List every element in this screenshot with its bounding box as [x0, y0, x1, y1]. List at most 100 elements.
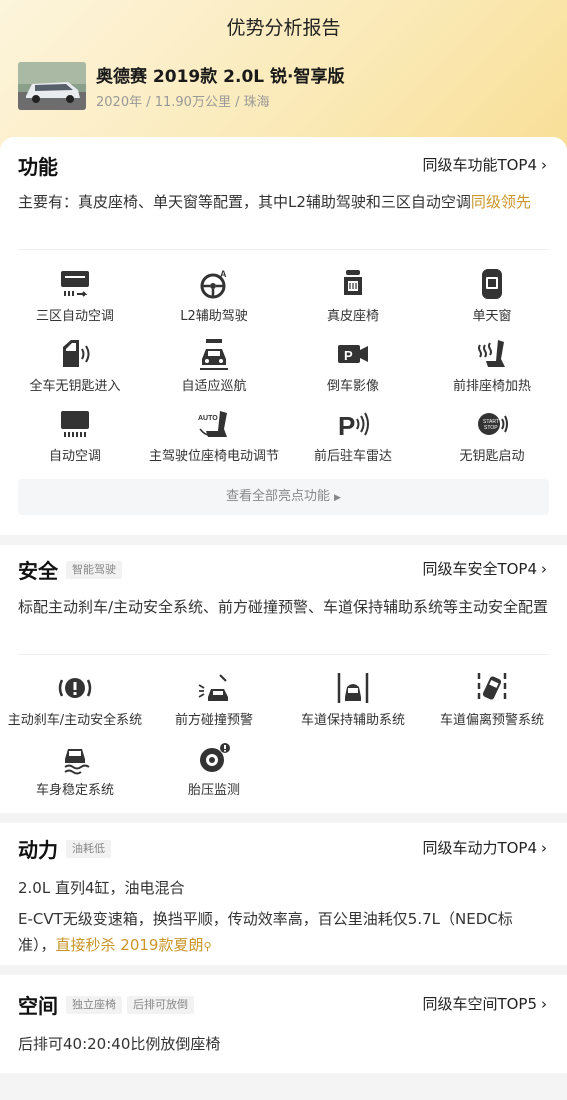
space-tag: 后排可放倒 — [127, 996, 194, 1014]
power-title: 动力 — [18, 838, 58, 862]
feature-label: 单天窗 — [472, 309, 512, 324]
collision-warning-icon — [198, 674, 228, 701]
view-all-features-label: 查看全部亮点功能 — [226, 489, 331, 504]
keyless-entry-icon — [63, 340, 90, 367]
feature-item[interactable]: 车道保持辅助系统 — [282, 671, 424, 728]
space-desc: 后排可40:20:40比例放倒座椅 — [18, 1035, 221, 1053]
car-thumbnail[interactable] — [18, 62, 86, 110]
lane-keep-icon — [337, 673, 369, 703]
adaptive-cruise-icon — [200, 339, 228, 370]
space-title: 空间 — [18, 994, 58, 1018]
feature-label: 主驾驶位座椅电动调节 — [148, 449, 279, 464]
feature-label: 三区自动空调 — [35, 309, 114, 324]
function-desc-highlight: 同级领先 — [470, 193, 531, 211]
search-icon: ⚲ — [203, 940, 212, 953]
svg-text:STOP: STOP — [484, 425, 498, 431]
feature-label: 车身稳定系统 — [35, 783, 114, 798]
lane-departure-icon — [477, 673, 507, 700]
feature-item[interactable]: P 前后驻车雷达 — [282, 407, 424, 464]
feature-item[interactable]: 真皮座椅 — [282, 267, 424, 324]
feature-item[interactable]: 自动空调 — [4, 407, 146, 464]
space-tag: 独立座椅 — [66, 996, 122, 1014]
active-brake-icon — [58, 678, 92, 698]
tire-pressure-icon — [200, 743, 230, 772]
view-all-features-button[interactable]: 查看全部亮点功能 ▶ — [18, 479, 549, 515]
car-meta: 2020年 / 11.90万公里 / 珠海 — [96, 95, 270, 110]
function-top-link-label: 同级车功能TOP4 — [422, 156, 537, 174]
feature-label: 自适应巡航 — [181, 379, 247, 394]
feature-label: 车道偏离预警系统 — [439, 713, 544, 728]
svg-text:AUTO: AUTO — [198, 415, 218, 422]
auto-ac-icon — [61, 411, 89, 437]
space-top-link[interactable]: 同级车空间TOP5 › — [422, 993, 547, 1014]
triangle-right-icon: ▶ — [334, 493, 341, 503]
chevron-right-icon: › — [541, 560, 547, 578]
power-compare-label: 直接秒杀 2019款夏朗 — [55, 936, 204, 954]
feature-label: 胎压监测 — [187, 783, 240, 798]
feature-item[interactable]: 车身稳定系统 — [4, 741, 146, 798]
leather-seat-icon — [344, 270, 362, 295]
feature-item[interactable]: 全车无钥匙进入 — [4, 337, 146, 394]
chevron-right-icon: › — [541, 156, 547, 174]
feature-item[interactable]: A L2辅助驾驶 — [143, 267, 285, 324]
safety-tag: 智能驾驶 — [66, 561, 122, 579]
chevron-right-icon: › — [541, 995, 547, 1013]
feature-label: 自动空调 — [48, 449, 101, 464]
feature-label: 车道保持辅助系统 — [300, 713, 405, 728]
page-title: 优势分析报告 — [226, 17, 341, 39]
feature-item[interactable]: 前方碰撞预警 — [143, 671, 285, 728]
feature-item[interactable]: 自适应巡航 — [143, 337, 285, 394]
feature-item[interactable]: AUTO 主驾驶位座椅电动调节 — [143, 407, 285, 464]
power-top-link-label: 同级车动力TOP4 — [422, 839, 537, 857]
function-desc-text: 主要有：真皮座椅、单天窗等配置，其中L2辅助驾驶和三区自动空调 — [18, 193, 471, 211]
safety-card: 安全 智能驾驶 同级车安全TOP4 › 标配主动刹车/主动安全系统、前方碰撞预警、… — [0, 545, 567, 813]
feature-label: 前后驻车雷达 — [313, 449, 392, 464]
parking-radar-icon: P — [338, 411, 369, 441]
feature-label: L2辅助驾驶 — [180, 309, 248, 324]
safety-title: 安全 — [18, 559, 58, 583]
feature-label: 倒车影像 — [326, 379, 379, 394]
power-top-link[interactable]: 同级车动力TOP4 › — [422, 837, 547, 858]
function-top-link[interactable]: 同级车功能TOP4 › — [422, 154, 547, 175]
stability-icon — [64, 749, 90, 775]
feature-label: 前方碰撞预警 — [174, 713, 253, 728]
power-engine: 2.0L 直列4缸，油电混合 — [18, 879, 185, 897]
feature-label: 主动刹车/主动安全系统 — [7, 713, 143, 728]
space-card: 空间 独立座椅 后排可放倒 同级车空间TOP5 › 后排可40:20:40比例放倒… — [0, 975, 567, 1073]
power-compare-link[interactable]: 直接秒杀 2019款夏朗⚲ — [56, 936, 212, 954]
space-top-link-label: 同级车空间TOP5 — [422, 995, 537, 1013]
power-card: 动力 油耗低 同级车动力TOP4 › 2.0L 直列4缸，油电混合 E-CVT无级… — [0, 823, 567, 965]
reverse-camera-icon: P — [338, 345, 368, 363]
car-name: 奥德赛 2019款 2.0L 锐·智享版 — [96, 67, 345, 87]
function-card: 功能 同级车功能TOP4 › 主要有：真皮座椅、单天窗等配置，其中L2辅助驾驶和三… — [0, 137, 567, 535]
svg-text:A: A — [220, 269, 227, 279]
divider — [18, 654, 549, 655]
feature-item[interactable]: 单天窗 — [421, 267, 563, 324]
feature-label: 无钥匙启动 — [459, 449, 525, 464]
feature-item[interactable]: 胎压监测 — [143, 741, 285, 798]
steering-assist-icon: A — [200, 269, 227, 299]
svg-text:P: P — [344, 348, 353, 363]
divider — [18, 249, 549, 250]
svg-text:P: P — [338, 411, 355, 441]
feature-item[interactable]: 主动刹车/主动安全系统 — [4, 671, 146, 728]
power-desc: E-CVT无级变速箱，换挡平顺，传动效率高，百公里油耗仅5.7L（NEDC标准）… — [18, 906, 550, 960]
feature-item[interactable]: 三区自动空调 — [4, 267, 146, 324]
chevron-right-icon: › — [541, 839, 547, 857]
feature-label: 真皮座椅 — [326, 309, 379, 324]
feature-label: 全车无钥匙进入 — [29, 379, 121, 394]
feature-label: 前排座椅加热 — [452, 379, 531, 394]
ac-icon — [61, 271, 89, 297]
keyless-start-icon: STARTSTOP — [478, 413, 508, 435]
function-desc: 主要有：真皮座椅、单天窗等配置，其中L2辅助驾驶和三区自动空调同级领先 — [18, 189, 550, 215]
feature-item[interactable]: 车道偏离预警系统 — [421, 671, 563, 728]
safety-top-link-label: 同级车安全TOP4 — [422, 560, 537, 578]
power-seat-icon: AUTO — [198, 411, 227, 437]
power-tag: 油耗低 — [66, 840, 111, 858]
function-title: 功能 — [18, 155, 58, 179]
feature-item[interactable]: 前排座椅加热 — [421, 337, 563, 394]
safety-desc: 标配主动刹车/主动安全系统、前方碰撞预警、车道保持辅助系统等主动安全配置 — [18, 598, 549, 616]
feature-item[interactable]: START STOP 无钥匙启动 — [421, 407, 563, 464]
safety-top-link[interactable]: 同级车安全TOP4 › — [422, 558, 547, 579]
feature-item[interactable]: P 倒车影像 — [282, 337, 424, 394]
